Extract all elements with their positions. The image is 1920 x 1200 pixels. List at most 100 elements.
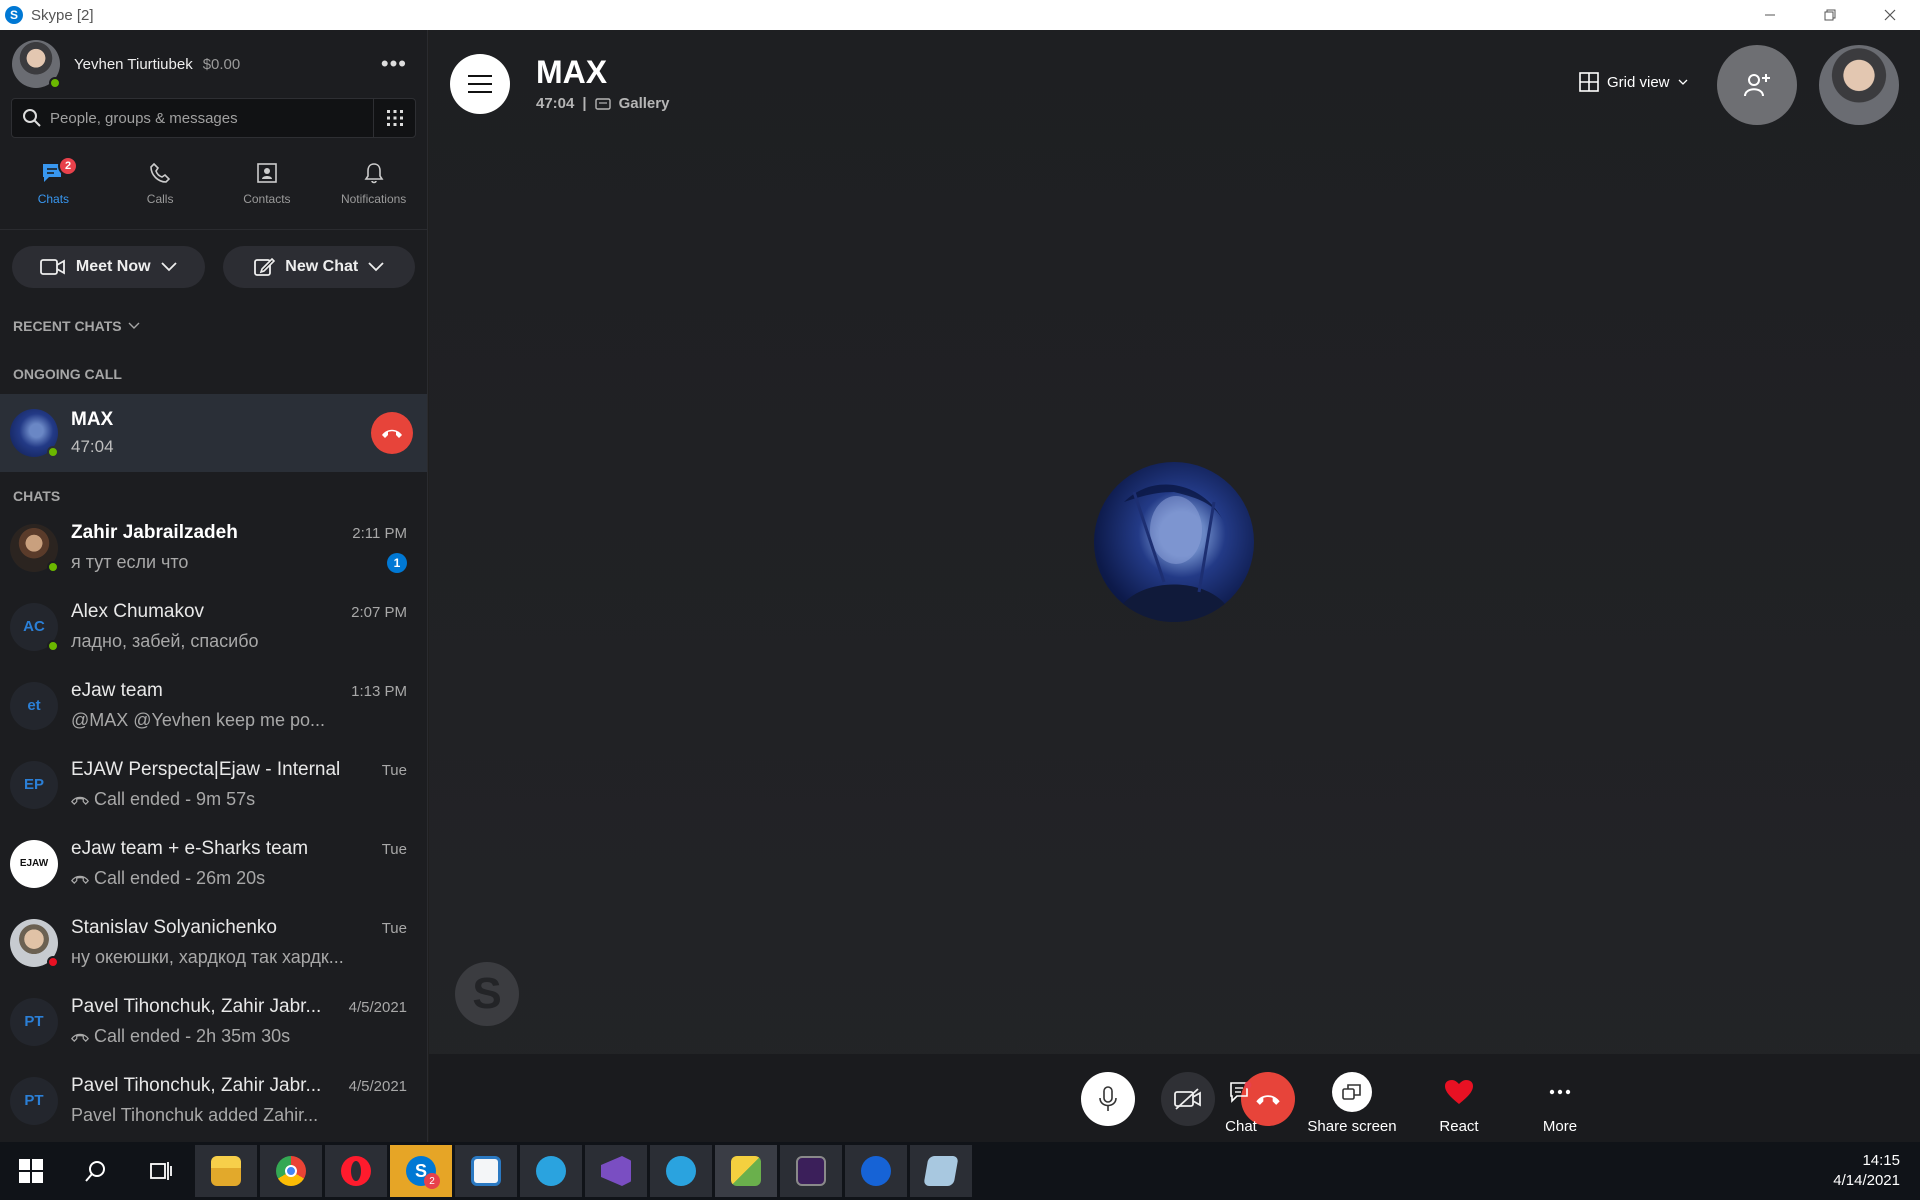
chats-badge: 2 (58, 156, 78, 176)
mute-button[interactable] (1081, 1072, 1135, 1126)
chat-list-item[interactable]: Zahir Jabrailzadeh 2:11 PM я тут если чт… (0, 508, 427, 587)
chat-time: 4/5/2021 (348, 999, 407, 1016)
telegram-icon (666, 1156, 696, 1186)
contact-avatar: EP (10, 760, 58, 809)
chat-list-item[interactable]: PT Pavel Tihonchuk, Zahir Jabr... 4/5/20… (0, 1061, 427, 1140)
chevron-down-icon (1678, 79, 1687, 85)
grid-icon (1579, 72, 1599, 92)
add-person-icon (1744, 74, 1770, 97)
chat-preview: Call ended - 2h 35m 30s (94, 1026, 291, 1046)
chat-time: 2:07 PM (351, 604, 407, 621)
skype-taskbar-badge: 2 (424, 1173, 440, 1189)
add-participant-button[interactable] (1717, 45, 1797, 125)
chat-control-label: Chat (1225, 1118, 1257, 1135)
tab-chats[interactable]: 2 Chats (0, 138, 107, 229)
task-view-button[interactable] (130, 1145, 192, 1197)
opera-taskbar[interactable] (325, 1145, 387, 1197)
call-menu-button[interactable] (450, 54, 510, 114)
profile-credit[interactable]: $0.00 (203, 56, 241, 73)
chat-list-item[interactable]: et eJaw team 1:13 PM @MAX @Yevhen keep m… (0, 666, 427, 745)
recent-chats-label: RECENT CHATS (13, 318, 122, 334)
notes-icon (923, 1156, 959, 1186)
ongoing-call-label: ONGOING CALL (13, 366, 122, 382)
taskbar-search-button[interactable] (65, 1145, 127, 1197)
open-chat-button[interactable]: Chat (1186, 1072, 1296, 1135)
window-titlebar: S Skype [2] (0, 0, 1920, 30)
tab-contacts[interactable]: Contacts (214, 138, 321, 229)
chat-list-item[interactable]: EJAW eJaw team + e-Sharks team Tue Call … (0, 824, 427, 903)
recent-chats-filter[interactable]: RECENT CHATS (0, 318, 427, 334)
call-ended-icon (71, 796, 89, 805)
meet-now-button[interactable]: Meet Now (12, 246, 205, 288)
microphone-icon (1099, 1086, 1117, 1111)
tab-calls[interactable]: Calls (107, 138, 214, 229)
chat-name: Alex Chumakov (71, 601, 205, 622)
call-elapsed: 47:04 (536, 95, 575, 112)
react-button[interactable]: React (1404, 1072, 1514, 1135)
close-button[interactable] (1860, 0, 1920, 30)
terminal-icon (796, 1156, 826, 1186)
more-options-icon[interactable]: ••• (381, 51, 407, 77)
snipping-taskbar[interactable] (455, 1145, 517, 1197)
avatar-initials: PT (24, 1013, 44, 1030)
tab-notifications[interactable]: Notifications (320, 138, 427, 229)
telegram-desktop-taskbar[interactable] (650, 1145, 712, 1197)
search-icon (85, 1161, 105, 1182)
chat-list-item[interactable]: PT Pavel Tihonchuk, Zahir Jabr... 4/5/20… (0, 982, 427, 1061)
search-icon (23, 109, 41, 127)
self-view-avatar[interactable] (1819, 45, 1899, 125)
share-screen-button[interactable]: Share screen (1297, 1072, 1407, 1135)
new-chat-button[interactable]: New Chat (222, 246, 415, 288)
file-explorer-taskbar[interactable] (195, 1145, 257, 1197)
gallery-label[interactable]: Gallery (619, 95, 670, 112)
notes-taskbar[interactable] (910, 1145, 972, 1197)
skype-app-icon: S (5, 6, 23, 24)
chat-name: eJaw team + e-Sharks team (71, 838, 309, 859)
chat-name: Pavel Tihonchuk, Zahir Jabr... (71, 996, 322, 1017)
ongoing-call-item[interactable]: MAX 47:04 (0, 394, 427, 472)
avatar-initials: EP (23, 776, 44, 793)
paint-taskbar[interactable] (715, 1145, 777, 1197)
more-label: More (1542, 1118, 1578, 1135)
visual-studio-icon (601, 1156, 631, 1186)
chrome-taskbar[interactable] (260, 1145, 322, 1197)
chat-preview: Call ended - 9m 57s (94, 789, 256, 809)
start-button[interactable] (0, 1145, 62, 1197)
grid-view-dropdown[interactable]: Grid view (1579, 72, 1688, 92)
contact-avatar: AC (10, 602, 59, 652)
chat-time: Tue (381, 920, 407, 937)
busy-status-icon (47, 955, 59, 968)
contact-avatar (10, 409, 59, 458)
profile-name[interactable]: Yevhen Tiurtiubek (74, 56, 193, 73)
share-screen-label: Share screen (1307, 1118, 1397, 1135)
maps-taskbar[interactable] (845, 1145, 907, 1197)
chat-list-item[interactable]: Stanislav Solyanichenko Tue ну океюшки, … (0, 903, 427, 982)
dialpad-button[interactable] (373, 99, 415, 137)
avatar-initials: et (27, 697, 41, 714)
visual-studio-taskbar[interactable] (585, 1145, 647, 1197)
call-ended-icon (71, 1033, 89, 1042)
search-input[interactable] (50, 109, 350, 127)
bell-icon (364, 162, 384, 183)
online-status-icon (49, 77, 61, 89)
minimize-button[interactable] (1740, 0, 1800, 30)
chat-list-item[interactable]: AC Alex Chumakov 2:07 PM ладно, забей, с… (0, 587, 427, 666)
restore-button[interactable] (1800, 0, 1860, 30)
telegram-taskbar[interactable] (520, 1145, 582, 1197)
profile-avatar[interactable] (12, 40, 61, 89)
share-screen-icon (1342, 1084, 1361, 1100)
terminal-taskbar[interactable] (780, 1145, 842, 1197)
react-label: React (1439, 1118, 1479, 1135)
skype-taskbar[interactable]: S 2 (390, 1145, 452, 1197)
contact-avatar: PT (10, 997, 58, 1046)
system-clock[interactable]: 14:15 4/14/2021 (1833, 1151, 1900, 1191)
call-header: MAX 47:04 | Gallery (536, 54, 669, 112)
ongoing-call-name: MAX (71, 409, 114, 430)
chat-list-item[interactable]: EP EJAW Perspecta|Ejaw - Internal Tue Ca… (0, 745, 427, 824)
chat-time: 1:13 PM (351, 683, 407, 700)
chrome-icon (276, 1156, 306, 1186)
more-options-button[interactable]: More (1505, 1072, 1615, 1135)
end-call-button[interactable] (371, 412, 413, 454)
paint-icon (731, 1156, 761, 1186)
online-status-icon (47, 446, 59, 458)
